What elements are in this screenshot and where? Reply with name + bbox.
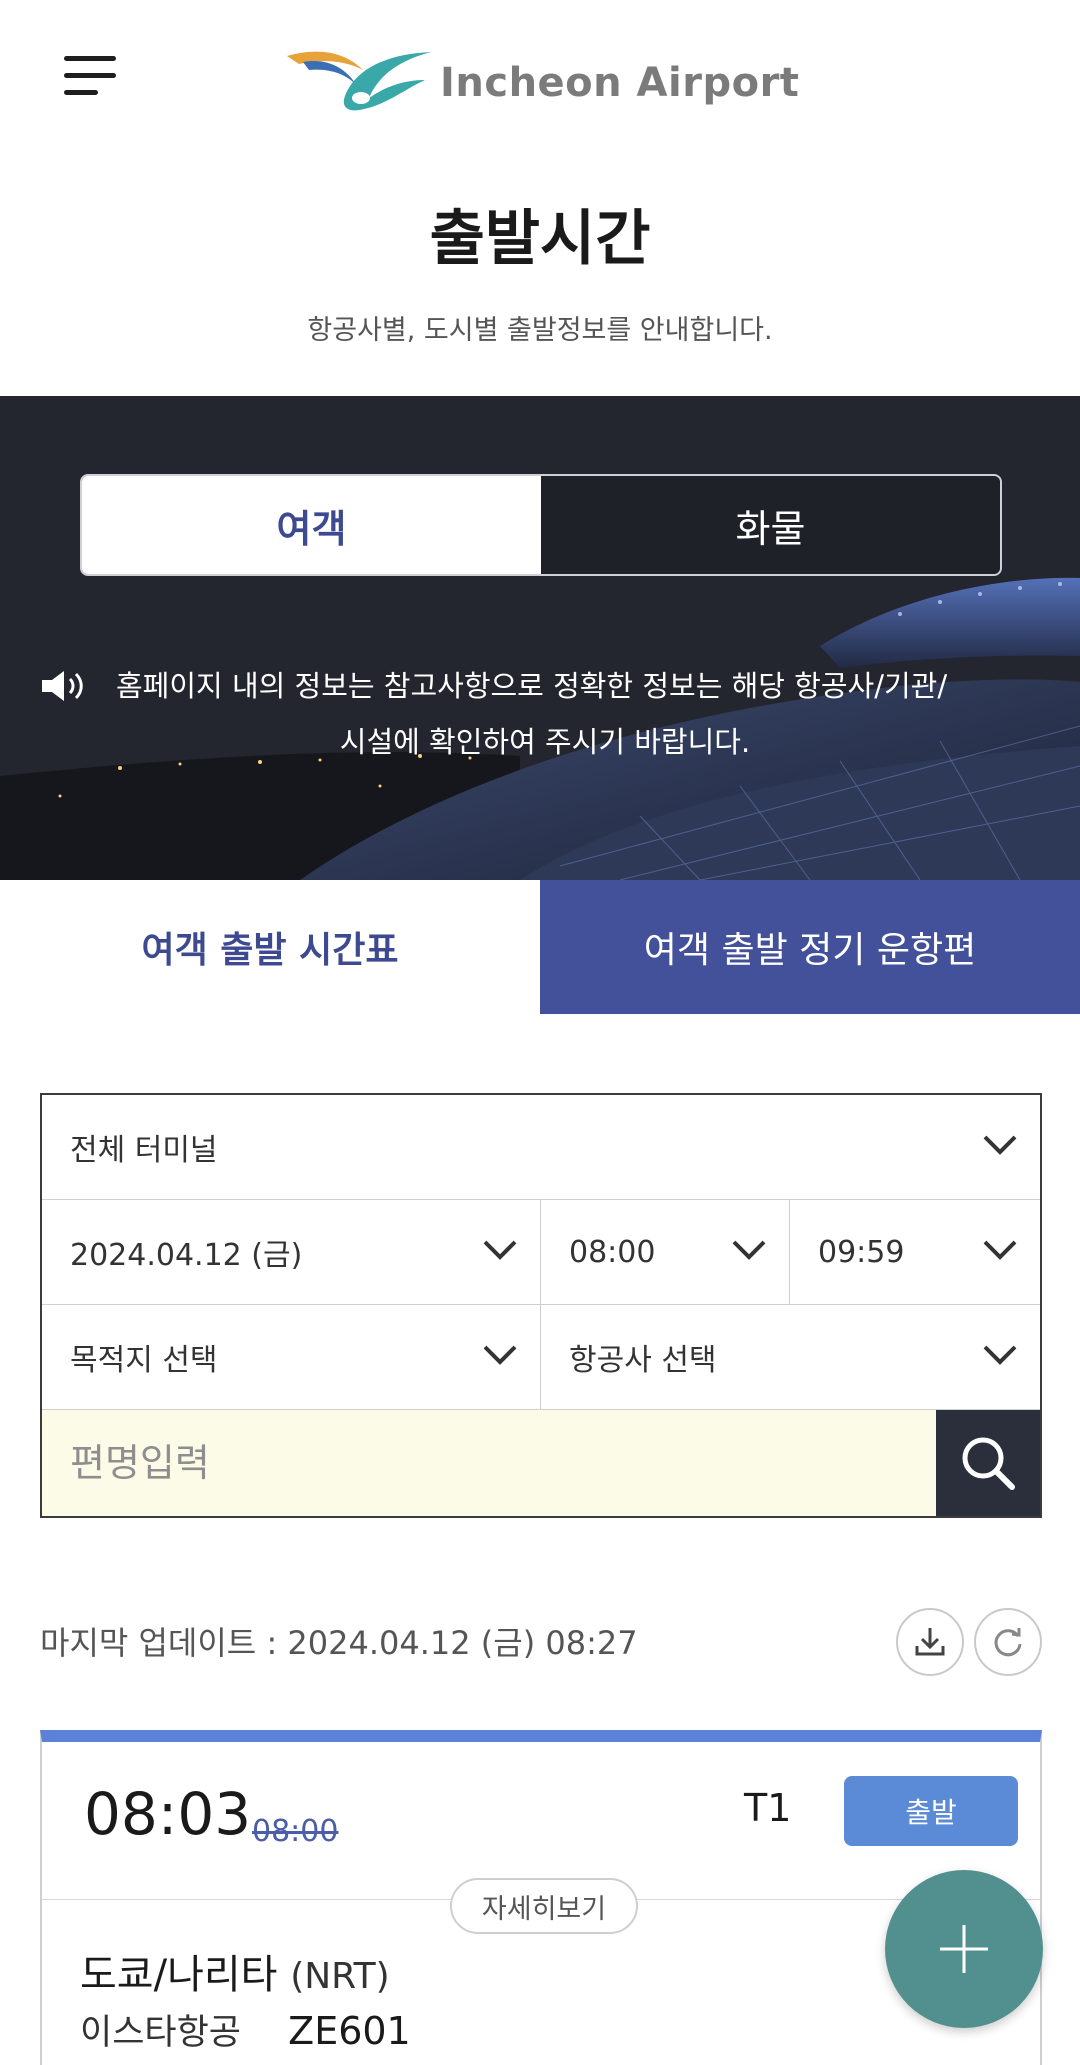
brand-name: Incheon Airport xyxy=(440,60,800,106)
flight-number: ZE601 xyxy=(288,2009,411,2053)
status-badge: 출발 xyxy=(844,1776,1018,1846)
hamburger-menu-icon[interactable] xyxy=(64,56,118,96)
flight-airline-info: 이스타항공 ZE601 xyxy=(80,2004,411,2055)
destination-select-value: 목적지 선택 xyxy=(70,1343,218,1378)
flight-destination: 도쿄/나리타 (NRT) xyxy=(80,1942,390,2000)
notice-text-line2: 시설에 확인하여 주시기 바랍니다. xyxy=(339,725,751,759)
terminal-select-value: 전체 터미널 xyxy=(70,1133,218,1168)
incheon-airport-logo[interactable]: Incheon Airport xyxy=(285,40,799,120)
terminal-label: T1 xyxy=(744,1786,792,1830)
floating-add-button[interactable] xyxy=(885,1870,1043,2028)
airline-select[interactable]: 항공사 선택 xyxy=(541,1305,1040,1409)
view-details-button[interactable]: 자세히보기 xyxy=(450,1878,638,1934)
flight-card[interactable]: 08:03 08:00 T1 출발 자세히보기 도쿄/나리타 (NRT) 이스타… xyxy=(40,1730,1042,2065)
download-button[interactable] xyxy=(896,1608,964,1676)
tab-passenger[interactable]: 여객 xyxy=(82,476,541,574)
hero-banner: 여객 화물 홈페이지 내의 정보는 참고사항으로 정확한 정보는 해당 항공사/… xyxy=(0,396,1080,880)
time-from-value: 08:00 xyxy=(569,1234,656,1270)
terminal-select[interactable]: 전체 터미널 xyxy=(42,1095,1040,1199)
chevron-down-icon xyxy=(483,1345,517,1365)
refresh-button[interactable] xyxy=(974,1608,1042,1676)
last-update-label: 마지막 업데이트 xyxy=(40,1624,257,1662)
download-icon xyxy=(915,1628,945,1656)
flight-filter-form: 전체 터미널 2024.04.12 (금) 08:00 09:59 목적지 선택… xyxy=(40,1093,1042,1518)
chevron-down-icon xyxy=(732,1240,766,1260)
time-to-value: 09:59 xyxy=(818,1234,905,1270)
app-header: Incheon Airport xyxy=(0,0,1080,150)
departure-subtabs: 여객 출발 시간표 여객 출발 정기 운항편 xyxy=(0,880,1080,1014)
destination-city: 도쿄/나리타 xyxy=(80,1952,278,1998)
last-update: 마지막 업데이트 : 2024.04.12 (금) 08:27 xyxy=(40,1618,638,1664)
date-select[interactable]: 2024.04.12 (금) xyxy=(42,1200,541,1304)
airport-night-image xyxy=(0,396,1080,880)
airport-logo-icon xyxy=(287,51,431,111)
chevron-down-icon xyxy=(483,1240,517,1260)
tab-departure-schedule[interactable]: 여객 출발 시간표 xyxy=(0,880,540,1014)
airline-name: 이스타항공 xyxy=(80,2013,242,2053)
refresh-icon xyxy=(994,1628,1022,1657)
page-subtitle: 항공사별, 도시별 출발정보를 안내합니다. xyxy=(307,315,773,346)
notice-message: 홈페이지 내의 정보는 참고사항으로 정확한 정보는 해당 항공사/기관/ 시설… xyxy=(40,658,1050,770)
last-update-separator: : xyxy=(256,1624,288,1662)
search-button[interactable] xyxy=(936,1410,1040,1516)
plus-icon xyxy=(940,1925,988,1973)
flight-number-input[interactable] xyxy=(42,1410,936,1516)
passenger-cargo-toggle: 여객 화물 xyxy=(80,474,1002,576)
date-select-value: 2024.04.12 (금) xyxy=(70,1238,303,1273)
airline-select-value: 항공사 선택 xyxy=(569,1343,717,1378)
page-title: 출발시간 xyxy=(429,204,651,274)
time-from-select[interactable]: 08:00 xyxy=(541,1200,790,1304)
chevron-down-icon xyxy=(983,1240,1017,1260)
search-icon xyxy=(962,1437,1015,1490)
speaker-icon xyxy=(42,671,83,701)
destination-select[interactable]: 목적지 선택 xyxy=(42,1305,541,1409)
tab-regular-flights[interactable]: 여객 출발 정기 운항편 xyxy=(540,880,1080,1014)
destination-code: (NRT) xyxy=(290,1956,390,1997)
actual-departure-time: 08:03 xyxy=(84,1780,252,1848)
time-to-select[interactable]: 09:59 xyxy=(790,1200,1040,1304)
tab-cargo[interactable]: 화물 xyxy=(541,476,1000,574)
chevron-down-icon xyxy=(983,1345,1017,1365)
last-update-value: 2024.04.12 (금) 08:27 xyxy=(287,1624,638,1662)
scheduled-departure-time: 08:00 xyxy=(252,1814,339,1849)
chevron-down-icon xyxy=(983,1135,1017,1155)
notice-text-line1: 홈페이지 내의 정보는 참고사항으로 정확한 정보는 해당 항공사/기관/ xyxy=(116,669,948,703)
